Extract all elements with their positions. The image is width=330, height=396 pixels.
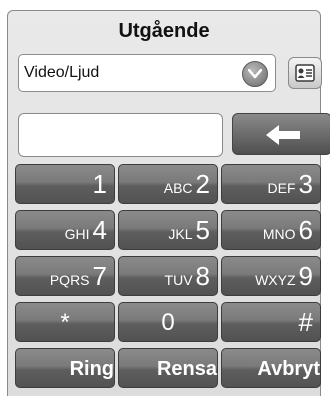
key-9[interactable]: WXYZ 9 bbox=[221, 256, 321, 296]
dialer-title: Utgående bbox=[118, 20, 210, 42]
chevron-down-icon[interactable] bbox=[242, 61, 268, 87]
key-digit: 8 bbox=[195, 261, 210, 291]
clear-label: Rensa bbox=[156, 358, 217, 380]
backspace-button[interactable] bbox=[232, 113, 330, 155]
ring-button[interactable]: Ring bbox=[15, 348, 115, 388]
key-hash[interactable]: # bbox=[221, 302, 321, 342]
key-digit: 9 bbox=[298, 261, 313, 291]
key-letters: TUV bbox=[164, 272, 193, 288]
key-letters: PQRS bbox=[49, 272, 90, 288]
cancel-button[interactable]: Avbryt bbox=[221, 348, 321, 388]
key-8[interactable]: TUV 8 bbox=[118, 256, 218, 296]
key-6[interactable]: MNO 6 bbox=[221, 210, 321, 250]
key-symbol: 0 bbox=[161, 309, 175, 336]
ring-label: Ring bbox=[69, 358, 114, 380]
key-5[interactable]: JKL 5 bbox=[118, 210, 218, 250]
key-symbol: * bbox=[60, 309, 70, 336]
key-digit: 1 bbox=[92, 169, 107, 199]
backspace-arrow-icon bbox=[266, 125, 300, 145]
dialer-panel: Utgående Video/Ljud 1 ABC2 DEF3 GHI4 bbox=[7, 10, 330, 396]
call-type-value: Video/Ljud bbox=[24, 64, 100, 81]
key-digit: 4 bbox=[92, 215, 107, 245]
key-star[interactable]: * bbox=[15, 302, 115, 342]
key-letters: DEF bbox=[267, 180, 296, 196]
key-3[interactable]: DEF 3 bbox=[221, 164, 321, 204]
key-7[interactable]: PQRS 7 bbox=[15, 256, 115, 296]
key-digit: 7 bbox=[92, 261, 107, 291]
contact-card-icon bbox=[295, 64, 315, 82]
key-letters: ABC bbox=[163, 180, 193, 196]
key-letters: MNO bbox=[262, 226, 296, 242]
key-letters: WXYZ bbox=[255, 272, 296, 288]
cancel-label: Avbryt bbox=[257, 358, 320, 380]
key-letters: GHI bbox=[64, 226, 90, 242]
number-input[interactable] bbox=[18, 113, 223, 157]
contacts-button[interactable] bbox=[288, 57, 322, 89]
call-type-dropdown[interactable]: Video/Ljud bbox=[18, 54, 276, 92]
key-2[interactable]: ABC 2 bbox=[118, 164, 218, 204]
key-0[interactable]: 0 bbox=[118, 302, 218, 342]
key-symbol: # bbox=[298, 307, 313, 337]
clear-button[interactable]: Rensa bbox=[118, 348, 218, 388]
key-letters: JKL bbox=[168, 226, 193, 242]
key-digit: 2 bbox=[195, 169, 210, 199]
key-digit: 3 bbox=[298, 169, 313, 199]
key-4[interactable]: GHI 4 bbox=[15, 210, 115, 250]
key-digit: 6 bbox=[298, 215, 313, 245]
key-1[interactable]: 1 bbox=[15, 164, 115, 204]
key-digit: 5 bbox=[195, 215, 210, 245]
